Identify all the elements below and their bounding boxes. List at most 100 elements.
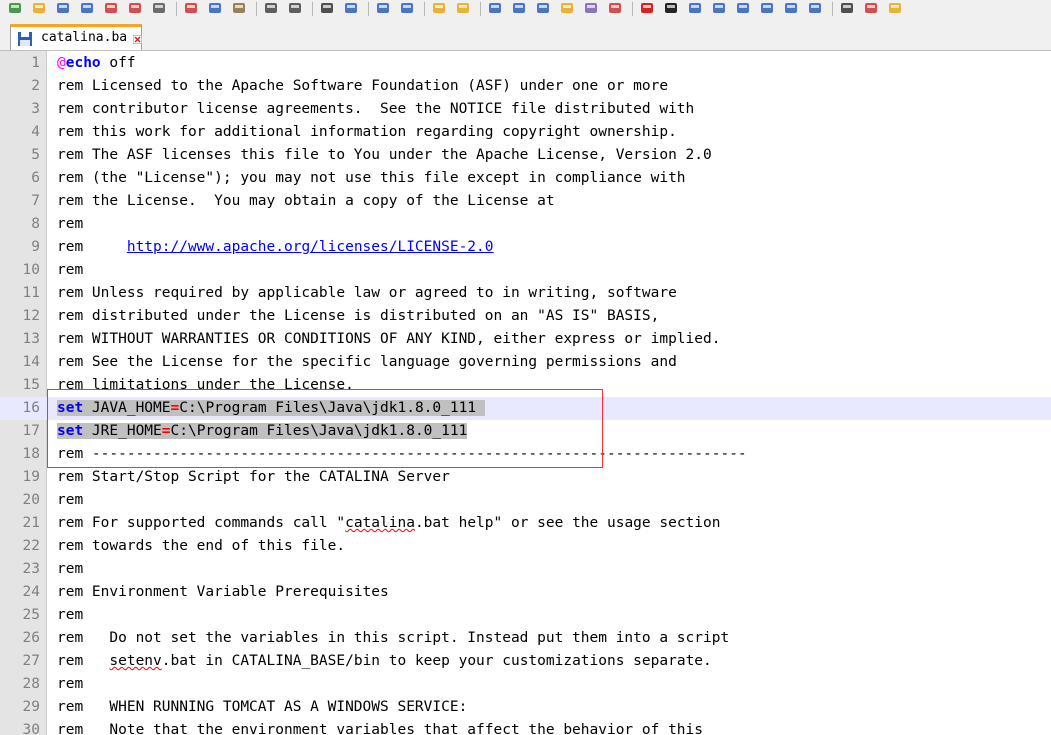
editor-area[interactable]: 1 @echo off 2 rem Licensed to the Apache So… [0, 51, 1051, 735]
sync-horizontal-icon[interactable] [454, 0, 472, 16]
line-number: 24 [22, 584, 40, 600]
code-line[interactable]: 10 rem [0, 259, 1051, 282]
word-wrap-icon[interactable] [486, 0, 504, 16]
code-line[interactable]: 24 rem Environment Variable Prerequisites [0, 581, 1051, 604]
code-line[interactable]: 5 rem The ASF licenses this file to You u… [0, 144, 1051, 167]
run-macro-multiple-icon[interactable] [710, 0, 728, 16]
line-text: rem The ASF licenses this file to You un… [57, 147, 712, 163]
code-line[interactable]: 6 rem (the "License"); you may not use th… [0, 167, 1051, 190]
line-number: 4 [31, 124, 40, 140]
toolbar-separator [176, 2, 177, 16]
copy-icon[interactable] [206, 0, 224, 16]
code-line[interactable]: 7 rem the License. You may obtain a copy … [0, 190, 1051, 213]
file-tab[interactable]: catalina.ba [10, 24, 143, 52]
line-text: rem distributed under the License is dis… [57, 308, 660, 324]
cut-icon[interactable] [182, 0, 200, 16]
code-line[interactable]: 3 rem contributor license agreements. See… [0, 98, 1051, 121]
redo-icon[interactable] [286, 0, 304, 16]
line-text: rem ------------------------------------… [57, 446, 747, 462]
indent-guide-icon[interactable] [534, 0, 552, 16]
editor-icon[interactable] [838, 0, 856, 16]
show-all-chars-icon[interactable] [510, 0, 528, 16]
line-text: set JAVA_HOME=C:\Program Files\Java\jdk1… [57, 400, 485, 416]
line-text: set JRE_HOME=C:\Program Files\Java\jdk1.… [57, 423, 468, 439]
code-line[interactable]: 15 rem limitations under the License. [0, 374, 1051, 397]
code-line[interactable]: 14 rem See the License for the specific l… [0, 351, 1051, 374]
line-number: 20 [22, 492, 40, 508]
line-text: rem [57, 561, 84, 577]
print-icon[interactable] [150, 0, 168, 16]
code-line[interactable]: 12 rem distributed under the License is d… [0, 305, 1051, 328]
user-language-icon[interactable] [558, 0, 576, 16]
toolbar-separator [480, 2, 481, 16]
line-number: 19 [22, 469, 40, 485]
code-line[interactable]: 1 @echo off [0, 52, 1051, 75]
sync-vertical-icon[interactable] [430, 0, 448, 16]
code-line[interactable]: 8 rem [0, 213, 1051, 236]
code-line[interactable]: 9 rem http://www.apache.org/licenses/LICE… [0, 236, 1051, 259]
tab-bar: catalina.ba [0, 20, 1051, 51]
line-number: 7 [31, 193, 40, 209]
code-line[interactable]: 28 rem [0, 673, 1051, 696]
code-lines[interactable]: 1 @echo off 2 rem Licensed to the Apache So… [0, 52, 1051, 735]
doc-map-icon[interactable] [582, 0, 600, 16]
find-icon[interactable] [318, 0, 336, 16]
prev-icon[interactable] [782, 0, 800, 16]
code-line[interactable]: 4 rem this work for additional informatio… [0, 121, 1051, 144]
code-line[interactable]: 26 rem Do not set the variables in this s… [0, 627, 1051, 650]
close-icon[interactable] [102, 0, 120, 16]
line-number: 14 [22, 354, 40, 370]
line-number: 15 [22, 377, 40, 393]
code-line[interactable]: 21 rem For supported commands call "catal… [0, 512, 1051, 535]
code-line[interactable]: 18 rem ----------------------------------… [0, 443, 1051, 466]
line-number: 11 [22, 285, 40, 301]
code-line[interactable]: 13 rem WITHOUT WARRANTIES OR CONDITIONS O… [0, 328, 1051, 351]
code-line[interactable]: 22 rem towards the end of this file. [0, 535, 1051, 558]
close-icon[interactable] [132, 31, 143, 49]
line-number: 21 [22, 515, 40, 531]
open-folder-icon[interactable] [30, 0, 48, 16]
code-line[interactable]: 23 rem [0, 558, 1051, 581]
line-number: 18 [22, 446, 40, 462]
toolbar-separator [832, 2, 833, 16]
function-list-icon[interactable] [606, 0, 624, 16]
stop-macro-icon[interactable] [662, 0, 680, 16]
code-line[interactable]: 2 rem Licensed to the Apache Software Fou… [0, 75, 1051, 98]
paste-icon[interactable] [230, 0, 248, 16]
line-text: rem WITHOUT WARRANTIES OR CONDITIONS OF … [57, 331, 721, 347]
line-text: rem Unless required by applicable law or… [57, 285, 677, 301]
line-number: 3 [31, 101, 40, 117]
code-line[interactable]: 27 rem setenv.bat in CATALINA_BASE/bin to… [0, 650, 1051, 673]
line-number: 27 [22, 653, 40, 669]
code-line[interactable]: 16 set JAVA_HOME=C:\Program Files\Java\jd… [0, 397, 1051, 420]
code-line[interactable]: 11 rem Unless required by applicable law … [0, 282, 1051, 305]
search-icon[interactable] [886, 0, 904, 16]
close-all-icon[interactable] [126, 0, 144, 16]
record-macro-icon[interactable] [638, 0, 656, 16]
next-icon[interactable] [806, 0, 824, 16]
code-line[interactable]: 20 rem [0, 489, 1051, 512]
play-macro-icon[interactable] [686, 0, 704, 16]
code-line[interactable]: 17 set JRE_HOME=C:\Program Files\Java\jdk… [0, 420, 1051, 443]
code-line[interactable]: 19 rem Start/Stop Script for the CATALINA… [0, 466, 1051, 489]
line-number: 26 [22, 630, 40, 646]
save-icon[interactable] [54, 0, 72, 16]
line-number: 23 [22, 561, 40, 577]
code-line[interactable]: 25 rem [0, 604, 1051, 627]
save-icon [17, 31, 33, 52]
line-number: 29 [22, 699, 40, 715]
save-macro-icon[interactable] [734, 0, 752, 16]
zoom-out-icon[interactable] [398, 0, 416, 16]
eject-icon[interactable] [758, 0, 776, 16]
code-line[interactable]: 30 rem Note that the environment variable… [0, 719, 1051, 735]
replace-icon[interactable] [342, 0, 360, 16]
save-all-icon[interactable] [78, 0, 96, 16]
zoom-in-icon[interactable] [374, 0, 392, 16]
toolbar-separator [632, 2, 633, 16]
undo-icon[interactable] [262, 0, 280, 16]
toolbar-separator [368, 2, 369, 16]
code-line[interactable]: 29 rem WHEN RUNNING TOMCAT AS A WINDOWS S… [0, 696, 1051, 719]
line-text: rem Environment Variable Prerequisites [57, 584, 389, 600]
new-file-icon[interactable] [6, 0, 24, 16]
spell-check-icon[interactable] [862, 0, 880, 16]
